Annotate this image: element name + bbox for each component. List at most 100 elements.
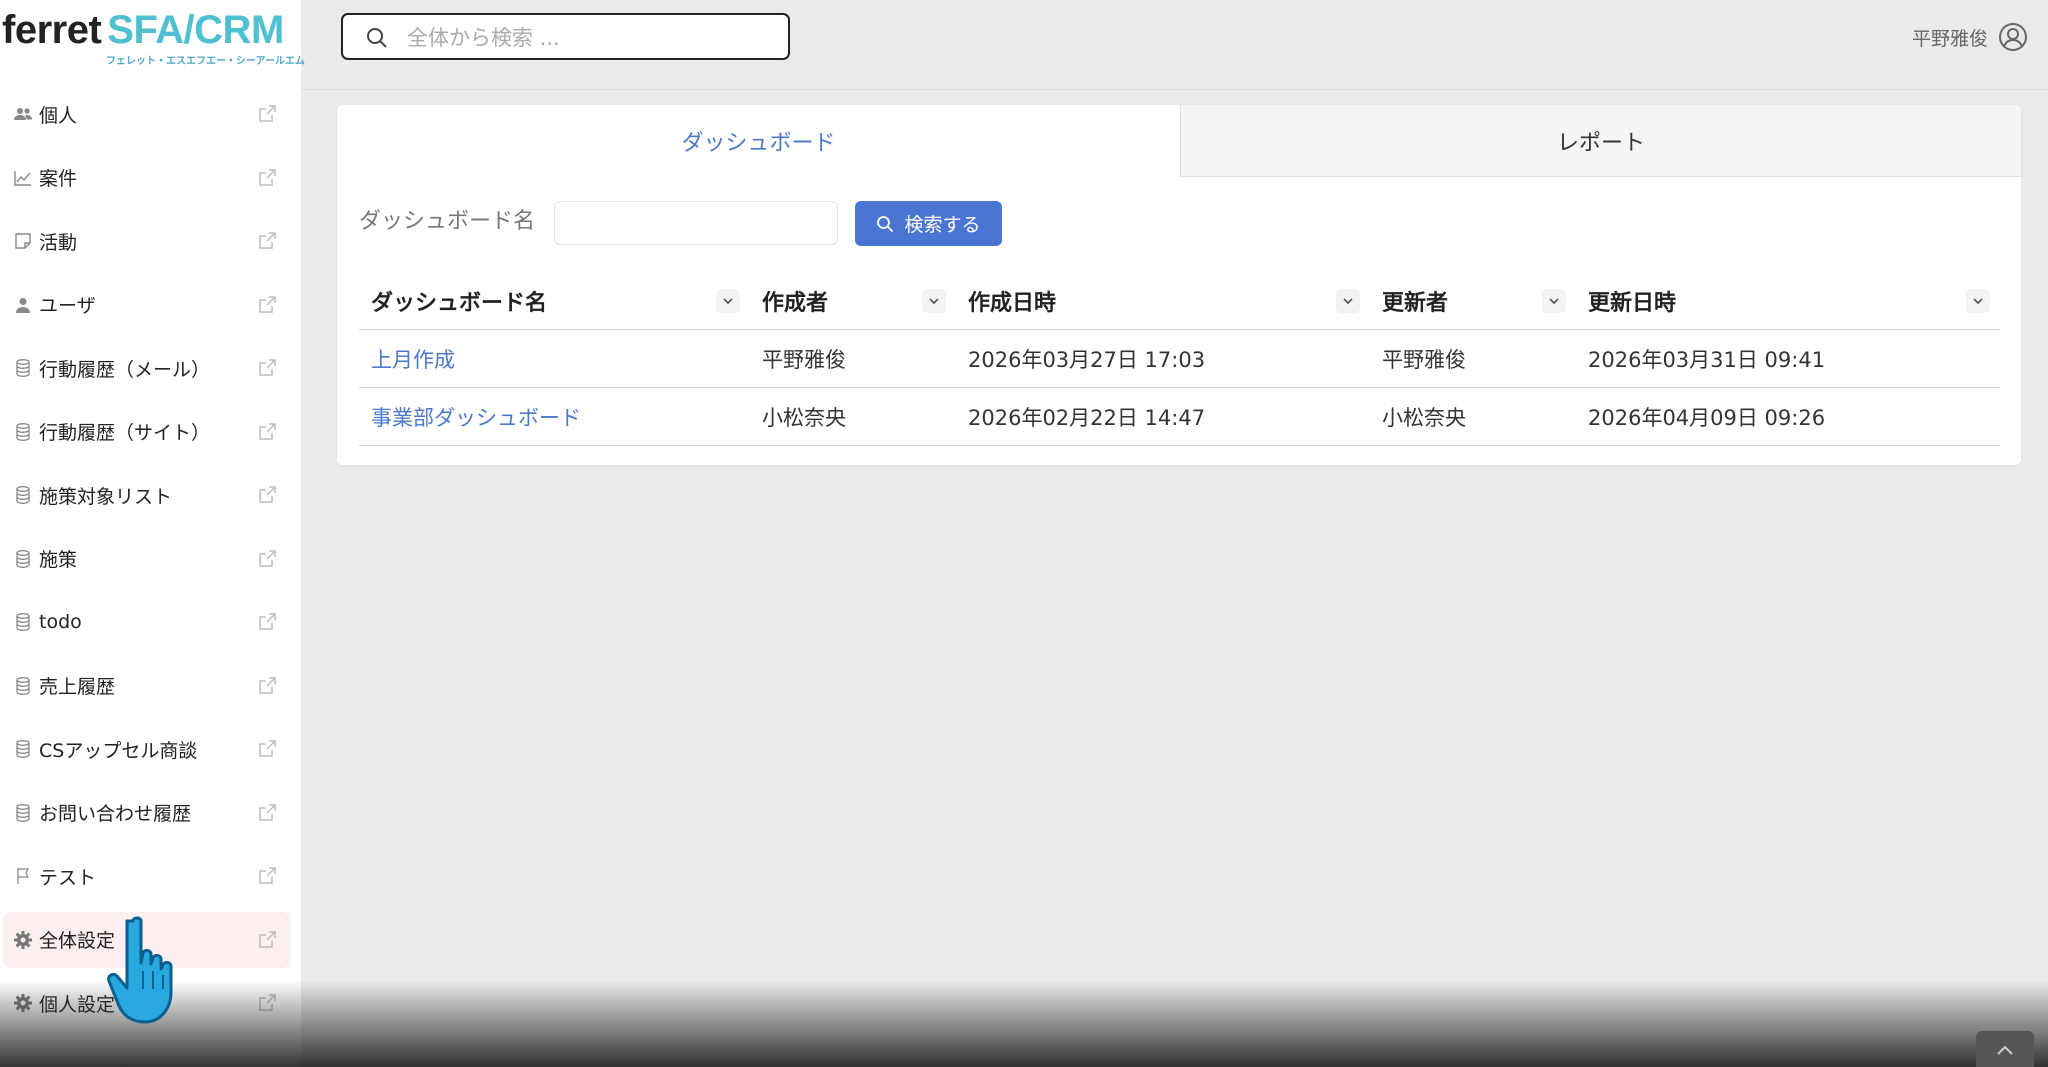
header-divider xyxy=(301,89,2048,90)
dashboard-link[interactable]: 上月作成 xyxy=(359,329,750,388)
tab-bar: ダッシュボード レポート xyxy=(337,105,2021,177)
column-header-created[interactable]: 作成日時 xyxy=(956,273,1370,330)
user-avatar-icon[interactable] xyxy=(1998,22,2028,52)
tab-report[interactable]: レポート xyxy=(1180,105,2021,177)
dashboard-link[interactable]: 事業部ダッシュボード xyxy=(359,387,750,446)
search-button[interactable]: 検索する xyxy=(855,201,1002,246)
external-link-icon[interactable] xyxy=(257,676,277,696)
external-link-icon[interactable] xyxy=(257,104,277,124)
external-link-icon[interactable] xyxy=(257,422,277,442)
chart-line-icon xyxy=(14,169,32,187)
sidebar-item-label: 個人設定 xyxy=(39,993,116,1016)
dashboard-name-input[interactable] xyxy=(554,201,838,245)
sidebar: ferret SFA/CRM フェレット・エスエフエー・シーアールエム 個人 案件… xyxy=(0,0,305,1067)
chevron-down-icon[interactable] xyxy=(716,289,740,313)
sidebar-item-inquiry-history[interactable]: お問い合わせ履歴 xyxy=(3,785,291,841)
sidebar-item-label: 全体設定 xyxy=(39,930,116,952)
filter-label: ダッシュボード名 xyxy=(359,209,536,234)
database-icon xyxy=(14,549,32,568)
user-menu[interactable]: 平野雅俊 xyxy=(1912,22,2028,52)
sidebar-item-label: CSアップセル商談 xyxy=(39,739,198,762)
sidebar-item-target-list[interactable]: 施策対象リスト xyxy=(3,467,291,523)
scroll-to-top-button[interactable] xyxy=(1976,1031,2034,1067)
sidebar-item-label: 行動履歴（メール） xyxy=(39,358,211,381)
sidebar-item-cs-upsell[interactable]: CSアップセル商談 xyxy=(3,721,291,777)
updater-cell: 平野雅俊 xyxy=(1370,329,1576,388)
note-icon xyxy=(14,232,32,250)
database-icon xyxy=(14,803,32,822)
flag-icon xyxy=(14,867,32,885)
column-header-label: 更新日時 xyxy=(1588,291,1677,316)
sidebar-item-sales-history[interactable]: 売上履歴 xyxy=(3,658,291,714)
column-header-label: 作成者 xyxy=(762,291,829,316)
sidebar-item-todo[interactable]: todo xyxy=(3,594,291,650)
external-link-icon[interactable] xyxy=(257,295,277,315)
chevron-down-icon[interactable] xyxy=(1542,289,1566,313)
search-icon xyxy=(877,215,894,232)
global-search-input[interactable] xyxy=(405,23,779,53)
global-search[interactable] xyxy=(341,13,790,60)
app-logo[interactable]: ferret SFA/CRM フェレット・エスエフエー・シーアールエム xyxy=(2,8,305,68)
updated-cell: 2026年04月09日 09:26 xyxy=(1576,387,2000,446)
sidebar-item-history-mail[interactable]: 行動履歴（メール） xyxy=(3,340,291,396)
external-link-icon[interactable] xyxy=(257,549,277,569)
database-icon xyxy=(14,359,32,377)
column-header-label: 作成日時 xyxy=(968,291,1057,316)
external-link-icon[interactable] xyxy=(257,803,277,823)
external-link-icon[interactable] xyxy=(257,358,277,378)
external-link-icon[interactable] xyxy=(257,993,277,1013)
bottom-shadow-overlay xyxy=(0,980,2048,1067)
database-icon xyxy=(14,486,32,504)
external-link-icon[interactable] xyxy=(257,739,277,759)
creator-cell: 小松奈央 xyxy=(750,387,956,446)
column-header-updated[interactable]: 更新日時 xyxy=(1576,273,2000,330)
table-header-row: ダッシュボード名 作成者 作成日時 更新者 更新日時 xyxy=(359,273,2000,330)
sidebar-item-katsudou[interactable]: 活動 xyxy=(3,213,291,269)
sidebar-item-label: todo xyxy=(39,611,82,633)
sidebar-item-anken[interactable]: 案件 xyxy=(3,150,291,206)
database-icon xyxy=(14,676,32,695)
chevron-up-icon xyxy=(1997,1045,2013,1055)
updater-cell: 小松奈央 xyxy=(1370,387,1576,446)
external-link-icon[interactable] xyxy=(257,612,277,632)
sidebar-item-shisaku[interactable]: 施策 xyxy=(3,531,291,587)
search-button-label: 検索する xyxy=(904,214,981,236)
chevron-down-icon[interactable] xyxy=(1966,289,1990,313)
gear-icon xyxy=(14,994,32,1012)
column-header-creator[interactable]: 作成者 xyxy=(750,273,956,330)
external-link-icon[interactable] xyxy=(257,485,277,505)
sidebar-item-label: 施策対象リスト xyxy=(39,485,173,508)
sidebar-item-test[interactable]: テスト xyxy=(3,848,291,904)
external-link-icon[interactable] xyxy=(257,168,277,188)
sidebar-item-label: 施策 xyxy=(39,549,78,571)
gear-icon xyxy=(14,930,32,949)
sidebar-item-label: ユーザ xyxy=(39,295,96,317)
table-row: 上月作成 平野雅俊 2026年03月27日 17:03 平野雅俊 2026年03… xyxy=(359,329,2000,388)
sidebar-item-user[interactable]: ユーザ xyxy=(3,277,291,333)
created-cell: 2026年02月22日 14:47 xyxy=(956,387,1370,446)
column-header-updater[interactable]: 更新者 xyxy=(1370,273,1576,330)
column-header-name[interactable]: ダッシュボード名 xyxy=(359,273,750,330)
sidebar-nav: 個人 案件 活動 ユーザ 行動履歴（メール） 行動履歴（サイト） 施策対象リスト… xyxy=(0,86,301,1039)
user-icon xyxy=(14,296,32,314)
hand-pointer-cursor-icon xyxy=(107,916,173,1024)
sidebar-item-kojin[interactable]: 個人 xyxy=(3,86,291,142)
dashboard-card: ダッシュボード レポート ダッシュボード名 検索する ダッシュボード名 作成者 … xyxy=(337,105,2021,465)
database-icon xyxy=(14,740,32,758)
sidebar-item-history-site[interactable]: 行動履歴（サイト） xyxy=(3,404,291,460)
external-link-icon[interactable] xyxy=(257,930,277,950)
sidebar-item-label: 個人 xyxy=(39,104,78,127)
sidebar-item-label: 行動履歴（サイト） xyxy=(39,422,211,444)
sidebar-item-label: 案件 xyxy=(39,168,78,190)
chevron-down-icon[interactable] xyxy=(1336,289,1360,313)
user-name: 平野雅俊 xyxy=(1911,27,1988,50)
tab-dashboard[interactable]: ダッシュボード xyxy=(337,105,1180,177)
dashboard-table: ダッシュボード名 作成者 作成日時 更新者 更新日時 上月作成 平野雅俊 202… xyxy=(359,273,2000,446)
chevron-down-icon[interactable] xyxy=(922,289,946,313)
external-link-icon[interactable] xyxy=(257,866,277,886)
external-link-icon[interactable] xyxy=(257,231,277,251)
logo-accent-text: SFA/CRM xyxy=(107,8,284,52)
column-header-label: ダッシュボード名 xyxy=(371,291,548,316)
people-icon xyxy=(14,105,32,123)
sidebar-item-label: 売上履歴 xyxy=(39,676,116,698)
